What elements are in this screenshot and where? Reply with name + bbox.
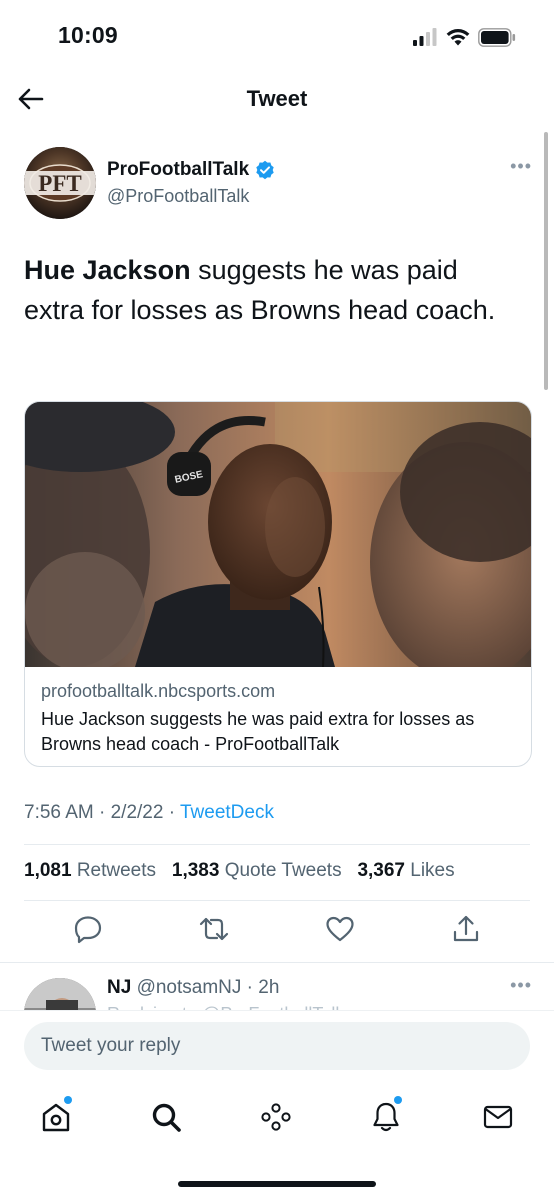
home-notification-dot	[64, 1096, 72, 1104]
pft-logo: PFT	[24, 147, 96, 219]
like-button[interactable]	[324, 913, 356, 947]
retweets-count: 1,081	[24, 860, 72, 881]
tweet-stats: 1,081 Retweets 1,383 Quote Tweets 3,367 …	[24, 860, 455, 882]
avatar-logo-text: PFT	[38, 171, 81, 196]
reply-author-line[interactable]: NJ @notsamNJ · 2h	[107, 977, 279, 999]
meta-separator: ·	[93, 802, 111, 823]
author-name[interactable]: ProFootballTalk	[107, 159, 275, 181]
home-indicator	[178, 1181, 376, 1187]
share-icon	[453, 915, 479, 942]
reply-author-name: NJ	[107, 977, 132, 998]
more-dots-icon[interactable]: •••	[510, 156, 532, 177]
link-card[interactable]: BOSE profootballtalk.nbcsports.com Hue J…	[24, 401, 532, 767]
tweet-time: 7:56 AM	[24, 802, 94, 823]
author-handle[interactable]: @ProFootballTalk	[107, 186, 249, 207]
mail-icon	[483, 1105, 513, 1129]
search-icon	[152, 1103, 181, 1132]
divider	[24, 900, 530, 901]
share-button[interactable]	[450, 913, 482, 947]
notifications-dot	[394, 1096, 402, 1104]
card-image: BOSE	[25, 402, 531, 667]
tweet-source-link[interactable]: TweetDeck	[180, 802, 274, 823]
home-icon	[42, 1103, 70, 1132]
tab-spaces[interactable]	[256, 1097, 296, 1137]
likes-stat[interactable]: 3,367 Likes	[357, 860, 454, 881]
meta-separator: ·	[163, 802, 180, 823]
tweet-meta: 7:56 AM · 2/2/22 · TweetDeck	[24, 802, 274, 824]
tab-search[interactable]	[146, 1097, 186, 1137]
wifi-icon	[446, 29, 470, 46]
page-title: Tweet	[246, 86, 308, 111]
tweet-date: 2/2/22	[110, 802, 164, 823]
spaces-icon	[261, 1103, 291, 1131]
quotes-count: 1,383	[171, 860, 220, 881]
card-title: Hue Jackson suggests he was paid extra f…	[41, 709, 475, 754]
reply-input[interactable]	[24, 1022, 530, 1070]
heart-icon	[326, 916, 354, 942]
tweet-text: Hue Jackson suggests he was paid extra f…	[24, 250, 524, 330]
reply-icon	[74, 916, 102, 944]
battery-icon	[478, 27, 516, 47]
retweet-button[interactable]	[197, 913, 229, 947]
author-name-text: ProFootballTalk	[107, 159, 250, 180]
reply-age: 2h	[258, 977, 280, 998]
author-avatar[interactable]: PFT	[24, 147, 96, 219]
reply-button[interactable]	[72, 913, 104, 947]
likes-count: 3,367	[357, 860, 405, 881]
divider	[0, 962, 554, 963]
quote-tweets-stat[interactable]: 1,383 Quote Tweets	[172, 860, 342, 881]
retweets-stat[interactable]: 1,081 Retweets	[24, 860, 156, 881]
reply-separator: ·	[241, 977, 259, 998]
bell-icon	[373, 1102, 399, 1132]
tweet-actions	[0, 913, 554, 949]
quotes-label: Quote Tweets	[224, 860, 342, 881]
card-domain: profootballtalk.nbcsports.com	[41, 681, 276, 701]
tab-home[interactable]	[36, 1096, 76, 1137]
cellular-signal-icon	[413, 28, 437, 46]
scrollbar[interactable]	[544, 132, 548, 390]
more-dots-icon[interactable]: •••	[510, 975, 532, 996]
status-icons	[412, 24, 516, 50]
tab-notifications[interactable]	[366, 1096, 406, 1137]
retweets-label: Retweets	[76, 860, 157, 881]
likes-label: Likes	[410, 860, 455, 881]
divider	[24, 844, 530, 845]
retweet-icon	[199, 917, 229, 941]
reply-author-handle: @notsamNJ	[136, 977, 242, 998]
tweet-text-bold: Hue Jackson	[24, 255, 191, 285]
verified-badge-icon	[256, 160, 274, 180]
tab-messages[interactable]	[478, 1097, 518, 1137]
status-time: 10:09	[58, 22, 118, 48]
